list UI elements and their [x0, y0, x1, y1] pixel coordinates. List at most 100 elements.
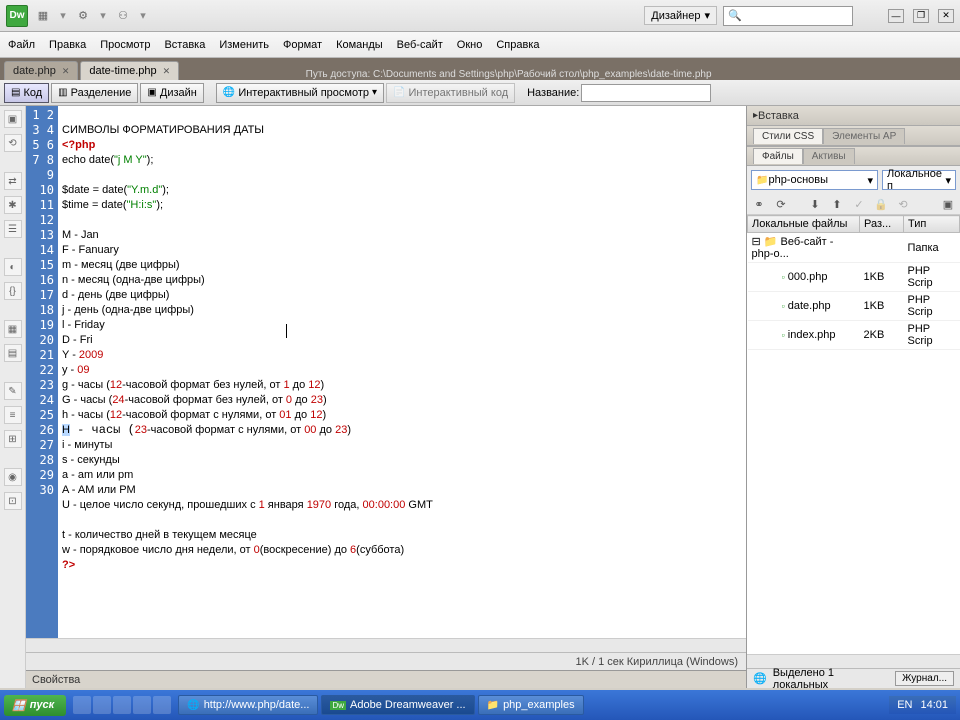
tab-files[interactable]: Файлы	[753, 148, 803, 164]
files-toolbar: ⚭ ⟳ ⬇ ⬆ ✓ 🔒 ⟲ ▣	[747, 194, 960, 215]
layout-icon[interactable]: ▦	[34, 7, 52, 25]
col-size[interactable]: Раз...	[860, 216, 904, 233]
sync-icon[interactable]: ⟲	[895, 196, 911, 212]
close-button[interactable]: ✕	[938, 9, 954, 23]
tool-icon[interactable]: ✱	[4, 196, 22, 214]
tab-assets[interactable]: Активы	[803, 148, 855, 164]
tool-icon[interactable]: ☰	[4, 220, 22, 238]
put-icon[interactable]: ⬆	[829, 196, 845, 212]
code-editor[interactable]: 1 2 3 4 5 6 7 8 9 10 11 12 13 14 15 16 1…	[26, 106, 746, 638]
ql-icon[interactable]	[73, 696, 91, 714]
menu-insert[interactable]: Вставка	[164, 39, 205, 51]
table-row[interactable]: ▫ 000.php1KBPHP Scrip	[748, 263, 960, 292]
title-label: Название:	[527, 87, 579, 99]
css-panel-tabs: Стили CSS Элементы AP	[747, 126, 960, 146]
tab-ap[interactable]: Элементы AP	[823, 128, 905, 144]
editor-status: 1K / 1 сек Кириллица (Windows)	[26, 652, 746, 670]
ql-icon[interactable]	[93, 696, 111, 714]
tool-icon[interactable]: ⊞	[4, 430, 22, 448]
tool-icon[interactable]: ⊡	[4, 492, 22, 510]
lang-indicator[interactable]: EN	[897, 699, 912, 711]
file-path: Путь доступа: C:\Documents and Settings\…	[181, 69, 956, 80]
app-toolbar: Dw ▦▾ ⚙▾ ⚇▾ Дизайнер ▾ 🔍 — ❐ ✕	[0, 0, 960, 32]
get-icon[interactable]: ⬇	[807, 196, 823, 212]
minimize-button[interactable]: —	[888, 9, 904, 23]
tool-icon[interactable]: ⇄	[4, 172, 22, 190]
design-view-button[interactable]: ▣ Дизайн	[140, 83, 203, 103]
menu-site[interactable]: Веб-сайт	[397, 39, 443, 51]
menu-modify[interactable]: Изменить	[219, 39, 269, 51]
menu-format[interactable]: Формат	[283, 39, 322, 51]
menu-help[interactable]: Справка	[496, 39, 539, 51]
start-button[interactable]: 🪟 пуск	[4, 695, 66, 716]
insert-panel-header[interactable]: ▸ Вставка	[747, 106, 960, 126]
menu-edit[interactable]: Правка	[49, 39, 86, 51]
search-input[interactable]: 🔍	[723, 6, 853, 26]
checkin-icon[interactable]: 🔒	[873, 196, 889, 212]
sitemap-icon[interactable]: ⚇	[114, 7, 132, 25]
line-numbers: 1 2 3 4 5 6 7 8 9 10 11 12 13 14 15 16 1…	[26, 106, 58, 638]
log-button[interactable]: Журнал...	[895, 671, 954, 686]
code-view-button[interactable]: ▤ Код	[4, 83, 49, 103]
text-cursor	[286, 324, 287, 338]
system-tray[interactable]: EN 14:01	[889, 696, 956, 714]
tool-icon[interactable]: ▤	[4, 344, 22, 362]
tool-icon[interactable]: ✎	[4, 382, 22, 400]
code-toolbar: ▣ ⟲ ⇄ ✱ ☰ ◐ {} ▦ ▤ ✎ ≡ ⊞ ◉ ⊡	[0, 106, 26, 688]
tab-date-php[interactable]: date.php✕	[4, 61, 78, 80]
table-row[interactable]: ▫ index.php2KBPHP Scrip	[748, 321, 960, 350]
code-content[interactable]: СИМВОЛЫ ФОРМАТИРОВАНИЯ ДАТЫ <?php echo d…	[58, 106, 746, 638]
connect-icon[interactable]: ⚭	[751, 196, 767, 212]
live-view-button[interactable]: 🌐 Интерактивный просмотр ▾	[216, 83, 384, 103]
tool-icon[interactable]: ▦	[4, 320, 22, 338]
live-code-button: 📄 Интерактивный код	[386, 83, 515, 103]
expand-icon[interactable]: ▣	[940, 196, 956, 212]
view-dropdown[interactable]: Локальное п▾	[882, 170, 956, 190]
close-icon[interactable]: ✕	[163, 66, 171, 77]
properties-panel-header[interactable]: Свойства	[26, 670, 746, 688]
close-icon[interactable]: ✕	[62, 66, 70, 77]
files-status: 🌐 Выделено 1 локальных Журнал...	[747, 668, 960, 688]
ql-icon[interactable]	[113, 696, 131, 714]
site-dropdown[interactable]: 📁 php-основы ▾	[751, 170, 878, 190]
table-row[interactable]: ⊟ 📁 Веб-сайт - php-о...Папка	[748, 233, 960, 263]
tool-icon[interactable]: ▣	[4, 110, 22, 128]
col-name[interactable]: Локальные файлы	[748, 216, 860, 233]
tool-icon[interactable]: ◉	[4, 468, 22, 486]
split-view-button[interactable]: ▥ Разделение	[51, 83, 138, 103]
panels-sidebar: ▸ Вставка Стили CSS Элементы AP Файлы Ак…	[746, 106, 960, 688]
tab-css[interactable]: Стили CSS	[753, 128, 823, 144]
title-input[interactable]	[581, 84, 711, 102]
files-panel-tabs: Файлы Активы	[747, 146, 960, 166]
refresh-icon[interactable]: ⟳	[773, 196, 789, 212]
menu-view[interactable]: Просмотр	[100, 39, 150, 51]
workspace-label: Дизайнер	[651, 10, 700, 22]
table-row[interactable]: ▫ date.php1KBPHP Scrip	[748, 292, 960, 321]
clock: 14:01	[920, 699, 948, 711]
taskbar-item[interactable]: Dw Adobe Dreamweaver ...	[321, 695, 474, 715]
menu-window[interactable]: Окно	[457, 39, 483, 51]
ql-icon[interactable]	[133, 696, 151, 714]
quick-launch	[69, 696, 175, 714]
horizontal-scrollbar[interactable]	[26, 638, 746, 652]
tab-date-time-php[interactable]: date-time.php✕	[80, 61, 179, 80]
tool-icon[interactable]: {}	[4, 282, 22, 300]
menu-commands[interactable]: Команды	[336, 39, 383, 51]
checkout-icon[interactable]: ✓	[851, 196, 867, 212]
maximize-button[interactable]: ❐	[913, 9, 929, 23]
tool-icon[interactable]: ⟲	[4, 134, 22, 152]
taskbar-item[interactable]: 🌐 http://www.php/date...	[178, 695, 318, 715]
windows-taskbar: 🪟 пуск 🌐 http://www.php/date... Dw Adobe…	[0, 690, 960, 720]
tool-icon[interactable]: ◐	[4, 258, 22, 276]
menu-file[interactable]: Файл	[8, 39, 35, 51]
files-table: Локальные файлы Раз... Тип ⊟ 📁 Веб-сайт …	[747, 215, 960, 350]
col-type[interactable]: Тип	[904, 216, 960, 233]
document-tabs: date.php✕ date-time.php✕ Путь доступа: C…	[0, 58, 960, 80]
tool-icon[interactable]: ≡	[4, 406, 22, 424]
gear-icon[interactable]: ⚙	[74, 7, 92, 25]
ql-icon[interactable]	[153, 696, 171, 714]
taskbar-item[interactable]: 📁 php_examples	[478, 695, 584, 715]
workspace-dropdown[interactable]: Дизайнер ▾	[644, 6, 717, 25]
dreamweaver-logo: Dw	[6, 5, 28, 27]
menu-bar: Файл Правка Просмотр Вставка Изменить Фо…	[0, 32, 960, 58]
